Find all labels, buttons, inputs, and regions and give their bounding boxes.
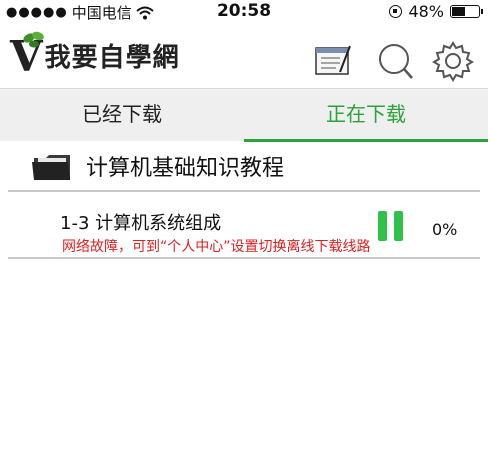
- tab-bar: 已经下载 正在下载: [0, 88, 488, 142]
- logo-text: 我要自學網: [44, 43, 180, 73]
- folder-icon: [32, 155, 70, 180]
- download-progress: 0%: [432, 220, 458, 239]
- battery-group: 48%: [389, 2, 483, 21]
- course-title: 计算机基础知识教程: [86, 156, 285, 181]
- gear-icon[interactable]: [432, 40, 474, 82]
- battery-icon: [450, 5, 483, 18]
- status-bar: ●●●●● 中国电信 20:58 48%: [0, 0, 488, 24]
- leaf-icon: [23, 31, 44, 48]
- rotation-lock-icon: [389, 5, 403, 18]
- battery-percent: 48%: [408, 2, 444, 21]
- tab-downloading[interactable]: 正在下载: [244, 89, 488, 142]
- tab-downloaded[interactable]: 已经下载: [0, 89, 244, 141]
- app-header: V 我要自學網: [0, 30, 488, 88]
- list-icon[interactable]: [312, 40, 354, 82]
- pause-button[interactable]: [376, 211, 406, 241]
- search-icon[interactable]: [374, 40, 416, 82]
- download-name: 1-3 计算机系统组成: [60, 213, 222, 234]
- course-group-header[interactable]: 计算机基础知识教程: [0, 142, 488, 190]
- course-divider: [8, 190, 480, 192]
- download-item[interactable]: 1-3 计算机系统组成 0% 网络故障，可到“个人中心”设置切换离线下载线路: [0, 195, 488, 255]
- app-logo: V 我要自學網: [10, 31, 180, 78]
- item-divider: [8, 257, 480, 259]
- download-error-message: 网络故障，可到“个人中心”设置切换离线下载线路: [62, 239, 371, 255]
